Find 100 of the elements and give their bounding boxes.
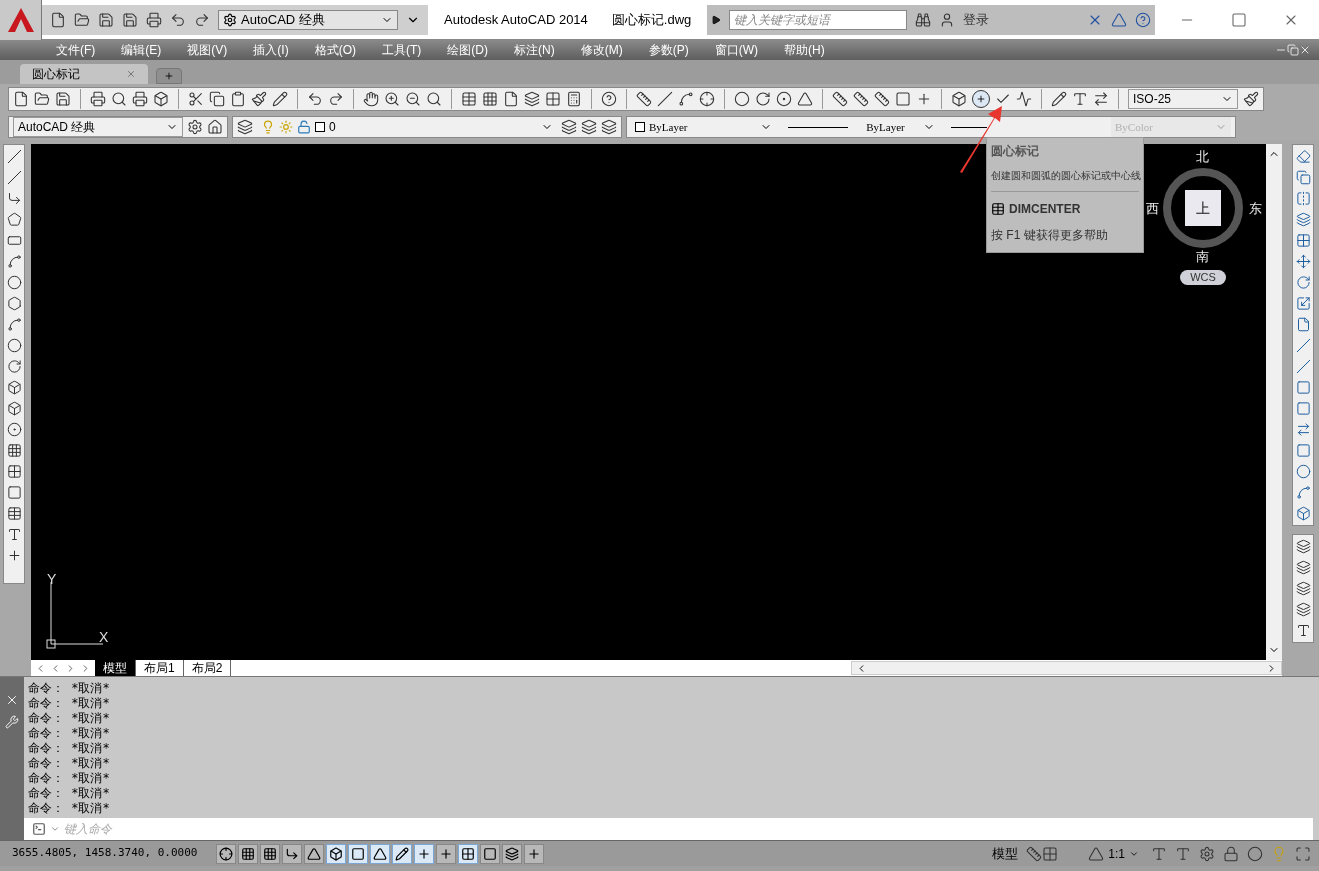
- circle-icon[interactable]: [6, 275, 22, 290]
- close-icon[interactable]: [1299, 44, 1311, 56]
- save-icon[interactable]: [55, 91, 71, 107]
- horizontal-scrollbar[interactable]: [851, 661, 1282, 675]
- table-icon[interactable]: [6, 506, 22, 521]
- menu-item[interactable]: 文件(F): [56, 41, 96, 59]
- menu-item[interactable]: 绘图(D): [447, 41, 488, 59]
- cube-icon[interactable]: [153, 91, 169, 107]
- pencil-icon[interactable]: [272, 91, 288, 107]
- vertical-scrollbar[interactable]: [1266, 144, 1282, 660]
- open-folder-icon[interactable]: [74, 11, 90, 28]
- home-icon[interactable]: [207, 119, 223, 135]
- model-space-label[interactable]: 模型: [992, 843, 1019, 864]
- close-icon[interactable]: [126, 69, 136, 79]
- printer-icon[interactable]: [90, 91, 106, 107]
- layers-icon[interactable]: [237, 119, 253, 135]
- layout-tab[interactable]: 模型: [95, 660, 136, 676]
- redo-icon[interactable]: [194, 11, 210, 28]
- new-file-icon[interactable]: [50, 11, 66, 28]
- save-as-icon[interactable]: [122, 11, 138, 28]
- center-mark-button[interactable]: [972, 90, 990, 108]
- layers-icon[interactable]: [561, 119, 577, 135]
- undo-icon[interactable]: [307, 91, 323, 107]
- status-toggle[interactable]: [480, 843, 500, 864]
- help-icon[interactable]: [601, 91, 617, 107]
- menu-item[interactable]: 编辑(E): [121, 41, 162, 59]
- close-icon[interactable]: [5, 693, 19, 707]
- gear-icon[interactable]: [187, 119, 203, 135]
- new-file-icon[interactable]: [13, 91, 29, 107]
- open-folder-icon[interactable]: [34, 91, 50, 107]
- eraser-icon[interactable]: [1295, 149, 1311, 164]
- application-button[interactable]: [0, 0, 42, 40]
- printer-icon[interactable]: [146, 11, 162, 28]
- status-toggle[interactable]: [282, 843, 302, 864]
- scissors-icon[interactable]: [188, 91, 204, 107]
- zoom-icon[interactable]: [384, 91, 400, 107]
- menu-item[interactable]: 标注(N): [514, 41, 555, 59]
- layer-dropdown[interactable]: 0: [257, 117, 557, 137]
- annotation-scale[interactable]: 1:1: [1108, 844, 1125, 863]
- save-icon[interactable]: [98, 11, 114, 28]
- text-icon[interactable]: [6, 527, 22, 542]
- gear-icon[interactable]: [1199, 845, 1215, 862]
- binoculars-icon[interactable]: [915, 11, 932, 28]
- status-toggle[interactable]: [216, 843, 236, 864]
- scroll-right-icon[interactable]: [1266, 662, 1277, 674]
- dimension-style-dropdown[interactable]: ISO-25: [1128, 89, 1238, 109]
- command-input[interactable]: 键入命令: [64, 820, 1305, 838]
- linetype-dropdown[interactable]: ByLayer: [784, 117, 939, 137]
- search-field[interactable]: 键入关键字或短语: [729, 9, 908, 30]
- document-tab[interactable]: 圆心标记: [20, 64, 148, 84]
- layers-icon[interactable]: [524, 91, 540, 107]
- brush-icon[interactable]: [1243, 91, 1259, 107]
- magnifier-icon[interactable]: [111, 91, 127, 107]
- layers-icon[interactable]: [581, 119, 597, 135]
- layers-icon[interactable]: [601, 119, 617, 135]
- point-icon[interactable]: [6, 422, 22, 437]
- line-icon[interactable]: [6, 149, 22, 164]
- status-toggle[interactable]: [502, 843, 522, 864]
- undo-icon[interactable]: [170, 11, 186, 28]
- redo-icon[interactable]: [328, 91, 344, 107]
- hand-icon[interactable]: [363, 91, 379, 107]
- ucs-dropdown[interactable]: WCS: [1180, 270, 1226, 285]
- status-toggle[interactable]: [392, 843, 412, 864]
- status-toggle[interactable]: [304, 843, 324, 864]
- status-toggle[interactable]: [524, 843, 544, 864]
- workspace-dropdown[interactable]: AutoCAD 经典: [13, 117, 183, 137]
- wrench-icon[interactable]: [5, 715, 19, 729]
- sign-in-link[interactable]: 登录: [963, 9, 990, 30]
- restore-icon[interactable]: [1287, 44, 1299, 56]
- status-toggle[interactable]: [414, 843, 434, 864]
- menu-item[interactable]: 窗口(W): [714, 41, 758, 59]
- grid-icon[interactable]: [482, 91, 498, 107]
- ruler-icon[interactable]: [636, 91, 652, 107]
- move-icon[interactable]: [1295, 254, 1311, 269]
- printer-icon[interactable]: [132, 91, 148, 107]
- arc-icon[interactable]: [678, 91, 694, 107]
- magnifier-icon[interactable]: [426, 91, 442, 107]
- status-toggle[interactable]: [260, 843, 280, 864]
- paintbrush-icon[interactable]: [251, 91, 267, 107]
- copy-icon[interactable]: [209, 91, 225, 107]
- polygon-icon[interactable]: [6, 212, 22, 227]
- clipboard-icon[interactable]: [230, 91, 246, 107]
- menu-item[interactable]: 格式(O): [314, 41, 356, 59]
- status-toggle[interactable]: [370, 843, 390, 864]
- viewcube-face[interactable]: 上: [1185, 190, 1221, 226]
- prompt-icon[interactable]: [32, 822, 46, 836]
- status-toggle[interactable]: [348, 843, 368, 864]
- menu-item[interactable]: 插入(I): [253, 41, 289, 59]
- menu-item[interactable]: 修改(M): [580, 41, 623, 59]
- arc-icon[interactable]: [6, 254, 22, 269]
- status-toggle[interactable]: [458, 843, 478, 864]
- status-toggle[interactable]: [436, 843, 456, 864]
- color-dropdown[interactable]: ByLayer: [631, 117, 776, 137]
- lock-icon[interactable]: [1223, 845, 1239, 862]
- rectangle-icon[interactable]: [6, 233, 22, 248]
- menu-item[interactable]: 帮助(H): [784, 41, 825, 59]
- status-toggle[interactable]: [238, 843, 258, 864]
- workspace-dropdown[interactable]: AutoCAD 经典: [218, 9, 398, 30]
- menu-item[interactable]: 视图(V): [187, 41, 228, 59]
- spline-icon[interactable]: [6, 317, 22, 332]
